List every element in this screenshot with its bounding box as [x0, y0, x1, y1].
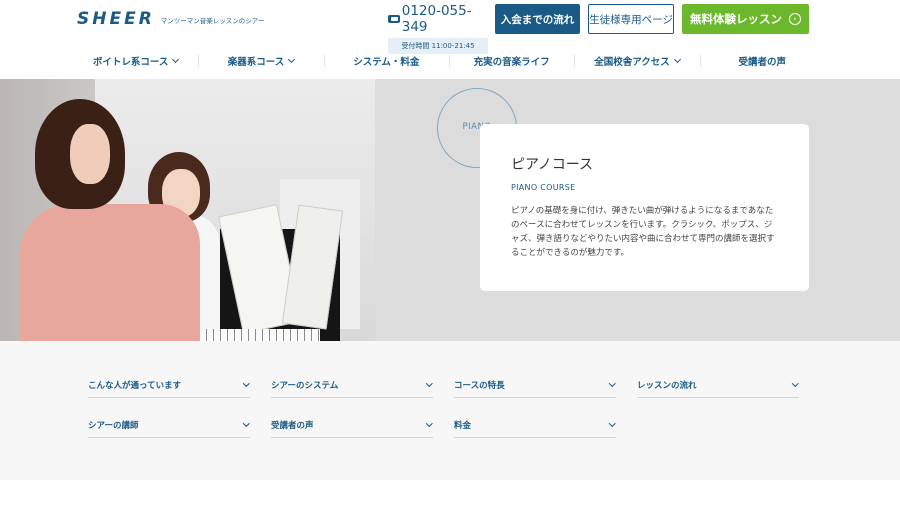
- anchor-label: こんな人が通っています: [88, 381, 182, 391]
- course-info-card: ピアノコース PIANO COURSE ピアノの基礎を身に付け、弾きたい曲が弾け…: [480, 124, 809, 291]
- anchor-label: コースの特長: [454, 381, 505, 391]
- phone-contact[interactable]: 0120-055-349 受付時間 11:00-21:45: [388, 3, 488, 54]
- anchor-link[interactable]: シアーの講師: [88, 413, 250, 438]
- nav-label: 楽器系コース: [227, 57, 285, 68]
- nav-label: 受講者の声: [738, 57, 787, 68]
- anchor-link[interactable]: レッスンの流れ: [637, 373, 799, 398]
- anchor-link[interactable]: コースの特長: [454, 373, 616, 398]
- anchor-label: シアーのシステム: [271, 381, 339, 391]
- anchor-label: 受講者の声: [271, 421, 314, 431]
- chevron-down-icon: [288, 55, 296, 64]
- logo-tagline: マンツーマン音楽レッスンのシアー: [160, 17, 265, 25]
- nav-label: 全国校舎アクセス: [594, 57, 670, 68]
- page-anchor-nav: こんな人が通っています シアーのシステム コースの特長 レッスンの流れ シアーの…: [0, 341, 900, 480]
- hero-section: PIANO ピアノコース PIANO COURSE ピアノの基礎を身に付け、弾き…: [0, 79, 900, 341]
- anchor-link[interactable]: シアーのシステム: [271, 373, 433, 398]
- student-page-label: 生徒様専用ページ: [589, 13, 673, 26]
- chevron-down-icon: [242, 420, 249, 427]
- nav-label: ボイトレ系コース: [92, 57, 169, 68]
- nav-item-system-price[interactable]: システム・料金: [323, 49, 449, 73]
- course-description: ピアノの基礎を身に付け、弾きたい曲が弾けるようになるまであなたのペースに合わせて…: [511, 206, 775, 258]
- nav-item-voices[interactable]: 受講者の声: [699, 49, 825, 73]
- nav-label: 充実の音楽ライフ: [473, 57, 550, 68]
- chevron-down-icon: [673, 55, 681, 64]
- photo-piano-keys: [200, 329, 320, 341]
- photo-student-face: [70, 124, 110, 184]
- photo-student-body: [20, 204, 200, 341]
- phone-number: 0120-055-349: [401, 3, 472, 35]
- anchor-grid: こんな人が通っています シアーのシステム コースの特長 レッスンの流れ シアーの…: [88, 373, 800, 438]
- hero-photo-piano-lesson: [0, 79, 380, 341]
- anchor-link[interactable]: こんな人が通っています: [88, 373, 250, 398]
- enrollment-flow-button[interactable]: 入会までの流れ: [495, 4, 580, 34]
- chevron-down-icon: [425, 420, 432, 427]
- nav-item-voice-training[interactable]: ボイトレ系コース: [73, 49, 198, 73]
- enrollment-flow-label: 入会までの流れ: [500, 13, 575, 26]
- free-trial-button[interactable]: 無料体験レッスン ›: [682, 4, 809, 34]
- phone-number-row: 0120-055-349: [388, 3, 488, 35]
- nav-item-music-life[interactable]: 充実の音楽ライフ: [448, 49, 574, 73]
- logo[interactable]: SHEER マンツーマン音楽レッスンのシアー: [77, 9, 264, 29]
- main-nav: ボイトレ系コース 楽器系コース システム・料金 充実の音楽ライフ 全国校舎アクセ…: [73, 49, 825, 73]
- free-dial-icon: [388, 15, 400, 23]
- anchor-label: シアーの講師: [88, 421, 139, 431]
- chevron-down-icon: [791, 380, 798, 387]
- nav-item-access[interactable]: 全国校舎アクセス: [574, 49, 699, 73]
- anchor-label: レッスンの流れ: [637, 381, 697, 391]
- student-page-button[interactable]: 生徒様専用ページ: [588, 4, 674, 34]
- nav-item-instrument[interactable]: 楽器系コース: [198, 49, 323, 73]
- chevron-down-icon: [425, 380, 432, 387]
- course-subtitle: PIANO COURSE: [511, 183, 576, 192]
- anchor-link[interactable]: 受講者の声: [271, 413, 433, 438]
- free-trial-label: 無料体験レッスン: [690, 12, 782, 26]
- arrow-right-circle-icon: ›: [789, 13, 801, 25]
- nav-label: システム・料金: [353, 57, 420, 68]
- chevron-down-icon: [172, 55, 180, 64]
- chevron-down-icon: [242, 380, 249, 387]
- anchor-label: 料金: [454, 421, 472, 431]
- anchor-link[interactable]: 料金: [454, 413, 616, 438]
- chevron-down-icon: [608, 420, 615, 427]
- chevron-down-icon: [608, 380, 615, 387]
- logo-text: SHEER: [77, 9, 155, 29]
- course-title: ピアノコース: [511, 157, 594, 173]
